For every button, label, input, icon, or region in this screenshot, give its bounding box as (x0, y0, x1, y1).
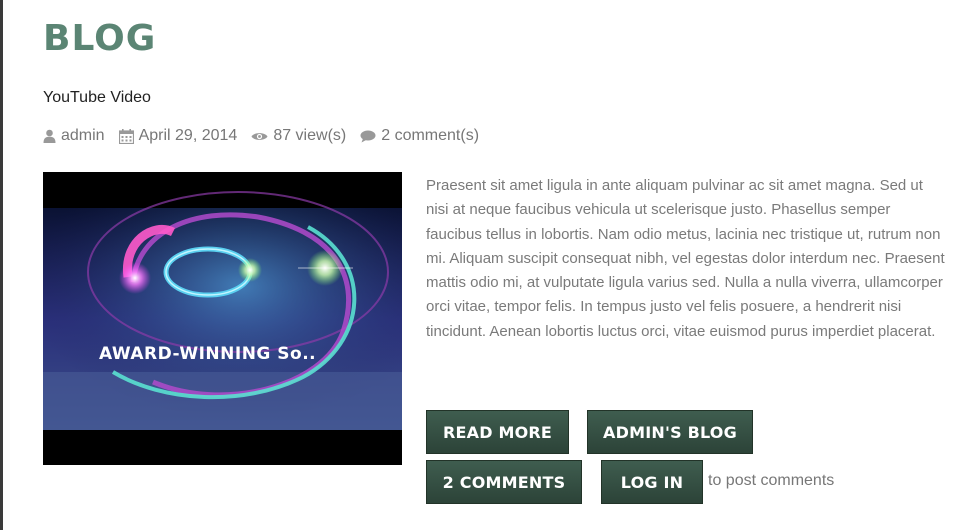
page-title: BLOG (43, 18, 157, 59)
admins-blog-button[interactable]: ADMIN'S BLOG (587, 410, 753, 454)
video-frame: AWARD-WINNING So.. (43, 191, 402, 430)
read-more-button[interactable]: READ MORE (426, 410, 569, 454)
log-in-button[interactable]: LOG IN (601, 460, 703, 504)
eye-icon (251, 132, 268, 140)
author-name: admin (61, 127, 105, 144)
post-comments-note: to post comments (708, 472, 835, 489)
left-border (0, 0, 3, 530)
post-title[interactable]: YouTube Video (43, 89, 151, 107)
post-meta: admin April 29, 2014 87 view(s) 2 commen… (43, 125, 493, 147)
comment-count: 2 comment(s) (381, 127, 480, 144)
comment-icon (360, 130, 376, 142)
view-count: 87 view(s) (273, 127, 347, 144)
meta-date: April 29, 2014 (118, 127, 238, 145)
meta-comments[interactable]: 2 comment(s) (360, 127, 479, 145)
post-date: April 29, 2014 (138, 127, 238, 144)
video-thumbnail[interactable]: AWARD-WINNING So.. (43, 172, 402, 465)
post-excerpt: Praesent sit amet ligula in ante aliquam… (426, 177, 945, 340)
comments-button[interactable]: 2 COMMENTS (426, 460, 582, 504)
calendar-icon (118, 128, 134, 144)
thumbnail-caption: AWARD-WINNING So.. (99, 344, 316, 364)
user-icon (43, 129, 56, 143)
meta-author[interactable]: admin (43, 127, 105, 145)
meta-views: 87 view(s) (251, 127, 346, 145)
